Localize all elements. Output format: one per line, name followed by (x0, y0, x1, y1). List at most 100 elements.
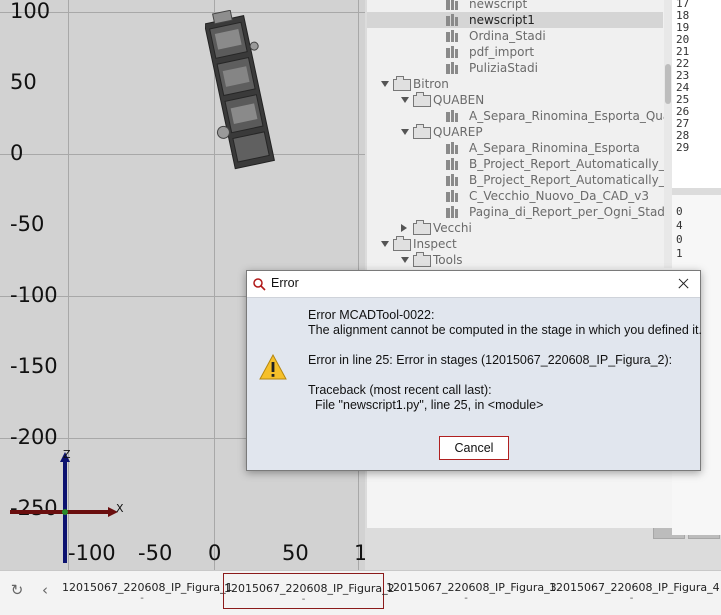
tree-item-label: Bitron (413, 77, 449, 91)
tree-item[interactable]: Tools (367, 252, 663, 268)
cancel-button[interactable]: Cancel (439, 436, 509, 460)
stage-tab[interactable]: 12015067_220608_IP_Figura_2- (223, 573, 395, 609)
tree-item-label: Inspect (413, 237, 457, 251)
error-dialog[interactable]: Error Error MCADTool-0022: The alignment… (246, 270, 703, 471)
dialog-title: Error (271, 276, 299, 290)
stage-tab-sublabel: - (301, 594, 306, 605)
axis-x-label: X (116, 502, 124, 515)
traceback-header: Traceback (most recent call last): (308, 383, 492, 397)
chevron-down-icon[interactable] (381, 241, 389, 247)
chevron-left-icon[interactable]: ‹ (34, 579, 56, 601)
stage-tab-sublabel: - (629, 593, 634, 604)
y-axis-label: -150 (10, 354, 58, 378)
script-icon (445, 189, 459, 203)
line-number: 29 (676, 141, 690, 154)
grid-line (0, 154, 365, 155)
tree-item-label: newscript1 (469, 13, 535, 27)
tree-item[interactable]: A_Separa_Rinomina_Esporta (367, 140, 663, 156)
stage-tab[interactable]: 12015067_220608_IP_Figura_4- (549, 573, 720, 609)
tree-scrollbar[interactable] (664, 0, 672, 268)
y-axis-label: -100 (10, 283, 58, 307)
y-axis-label: 100 (10, 0, 51, 23)
tree-item[interactable]: B_Project_Report_Automatically_... (367, 172, 667, 188)
tree-item[interactable]: PuliziaStadi (367, 60, 663, 76)
folder-icon (413, 220, 431, 235)
chevron-down-icon[interactable] (401, 97, 409, 103)
tree-item-label: PuliziaStadi (469, 61, 538, 75)
tree-item[interactable]: Vecchi (367, 220, 663, 236)
folder-icon (393, 236, 411, 251)
app-icon (253, 278, 266, 291)
chevron-down-icon[interactable] (381, 81, 389, 87)
stage-tab[interactable]: 12015067_220608_IP_Figura_3- (386, 573, 557, 609)
folder-icon (413, 92, 431, 107)
tree-item[interactable]: pdf_import (367, 44, 663, 60)
folder-icon (413, 252, 431, 267)
tree-item-label: newscript (469, 0, 528, 11)
x-axis-label: 50 (282, 541, 309, 565)
tree-item-label: Pagina_di_Report_per_Ogni_Stadio (469, 205, 667, 219)
script-icon (445, 45, 459, 59)
value-entry: 1 (676, 247, 683, 260)
chevron-down-icon[interactable] (401, 257, 409, 263)
tree-item-label: Vecchi (433, 221, 472, 235)
x-axis-label: 0 (208, 541, 222, 565)
x-axis-label: 100 (354, 541, 365, 565)
tree-item[interactable]: Ordina_Stadi (367, 28, 663, 44)
tree-item-label: B_Project_Report_Automatically_... (469, 173, 667, 187)
tree-item-label: QUAREP (433, 125, 483, 139)
tree-item-label: Ordina_Stadi (469, 29, 546, 43)
project-tree[interactable]: newscript newscript1 Ordina_Stadi pdf_impor… (367, 0, 667, 268)
stage-tab-sublabel: - (140, 593, 144, 604)
editor-line-numbers: 17 18 19 20 21 22 23 24 25 26 27 28 29 (672, 0, 721, 188)
tree-item-label: QUABEN (433, 93, 485, 107)
traceback-file: File "newscript1.py", line 25, in <modul… (308, 398, 544, 412)
part-model[interactable] (205, 10, 275, 170)
folder-icon (413, 124, 431, 139)
stage-tab-bar: ↻ ‹ 12015067_220608_IP_Figura_1-12015067… (0, 570, 721, 615)
y-axis-label: 0 (10, 141, 24, 165)
tree-item[interactable]: C_Vecchio_Nuovo_Da_CAD_v3 (367, 188, 663, 204)
y-axis-label: -200 (10, 425, 58, 449)
script-icon (445, 173, 459, 187)
script-icon (445, 109, 459, 123)
error-code: Error MCADTool-0022: (308, 308, 435, 322)
close-icon[interactable] (666, 271, 700, 297)
tree-item[interactable]: newscript1 (367, 12, 663, 28)
script-icon (445, 141, 459, 155)
axis-z-label: Z (63, 448, 71, 461)
tree-item[interactable]: B_Project_Report_Automatically_... (367, 156, 667, 172)
script-icon (445, 157, 459, 171)
tree-item[interactable]: Bitron (367, 76, 663, 92)
tree-item-label: C_Vecchio_Nuovo_Da_CAD_v3 (469, 189, 650, 203)
chevron-down-icon[interactable] (401, 129, 409, 135)
y-axis-label: -50 (10, 212, 45, 236)
script-icon (445, 13, 459, 27)
tree-item[interactable]: QUABEN (367, 92, 663, 108)
warning-icon (259, 354, 287, 380)
folder-icon (393, 76, 411, 91)
value-entry: 4 (676, 219, 683, 232)
error-message: The alignment cannot be computed in the … (308, 323, 703, 337)
stage-tab-sublabel: - (464, 593, 468, 604)
tree-item[interactable]: QUAREP (367, 124, 663, 140)
tree-item-label: A_Separa_Rinomina_Esporta_Qua... (469, 109, 667, 123)
value-entry: 0 (676, 233, 683, 246)
tree-scrollbar-thumb[interactable] (665, 64, 671, 104)
tree-item-label: Tools (433, 253, 463, 267)
stage-tab[interactable]: 12015067_220608_IP_Figura_1- (62, 573, 233, 609)
error-line-info: Error in line 25: Error in stages (12015… (308, 353, 673, 367)
tree-item[interactable]: newscript (367, 0, 663, 12)
x-axis-label: -50 (138, 541, 173, 565)
dialog-titlebar[interactable]: Error (247, 271, 700, 298)
y-axis-label: 50 (10, 70, 37, 94)
tree-item[interactable]: Inspect (367, 236, 663, 252)
value-entry: 0 (676, 205, 683, 218)
tree-item-label: A_Separa_Rinomina_Esporta (469, 141, 640, 155)
refresh-icon[interactable]: ↻ (6, 579, 28, 601)
tree-item-label: B_Project_Report_Automatically_... (469, 157, 667, 171)
script-icon (445, 61, 459, 75)
tree-item[interactable]: A_Separa_Rinomina_Esporta_Qua... (367, 108, 667, 124)
chevron-right-icon[interactable] (401, 224, 407, 232)
tree-item[interactable]: Pagina_di_Report_per_Ogni_Stadio (367, 204, 667, 220)
